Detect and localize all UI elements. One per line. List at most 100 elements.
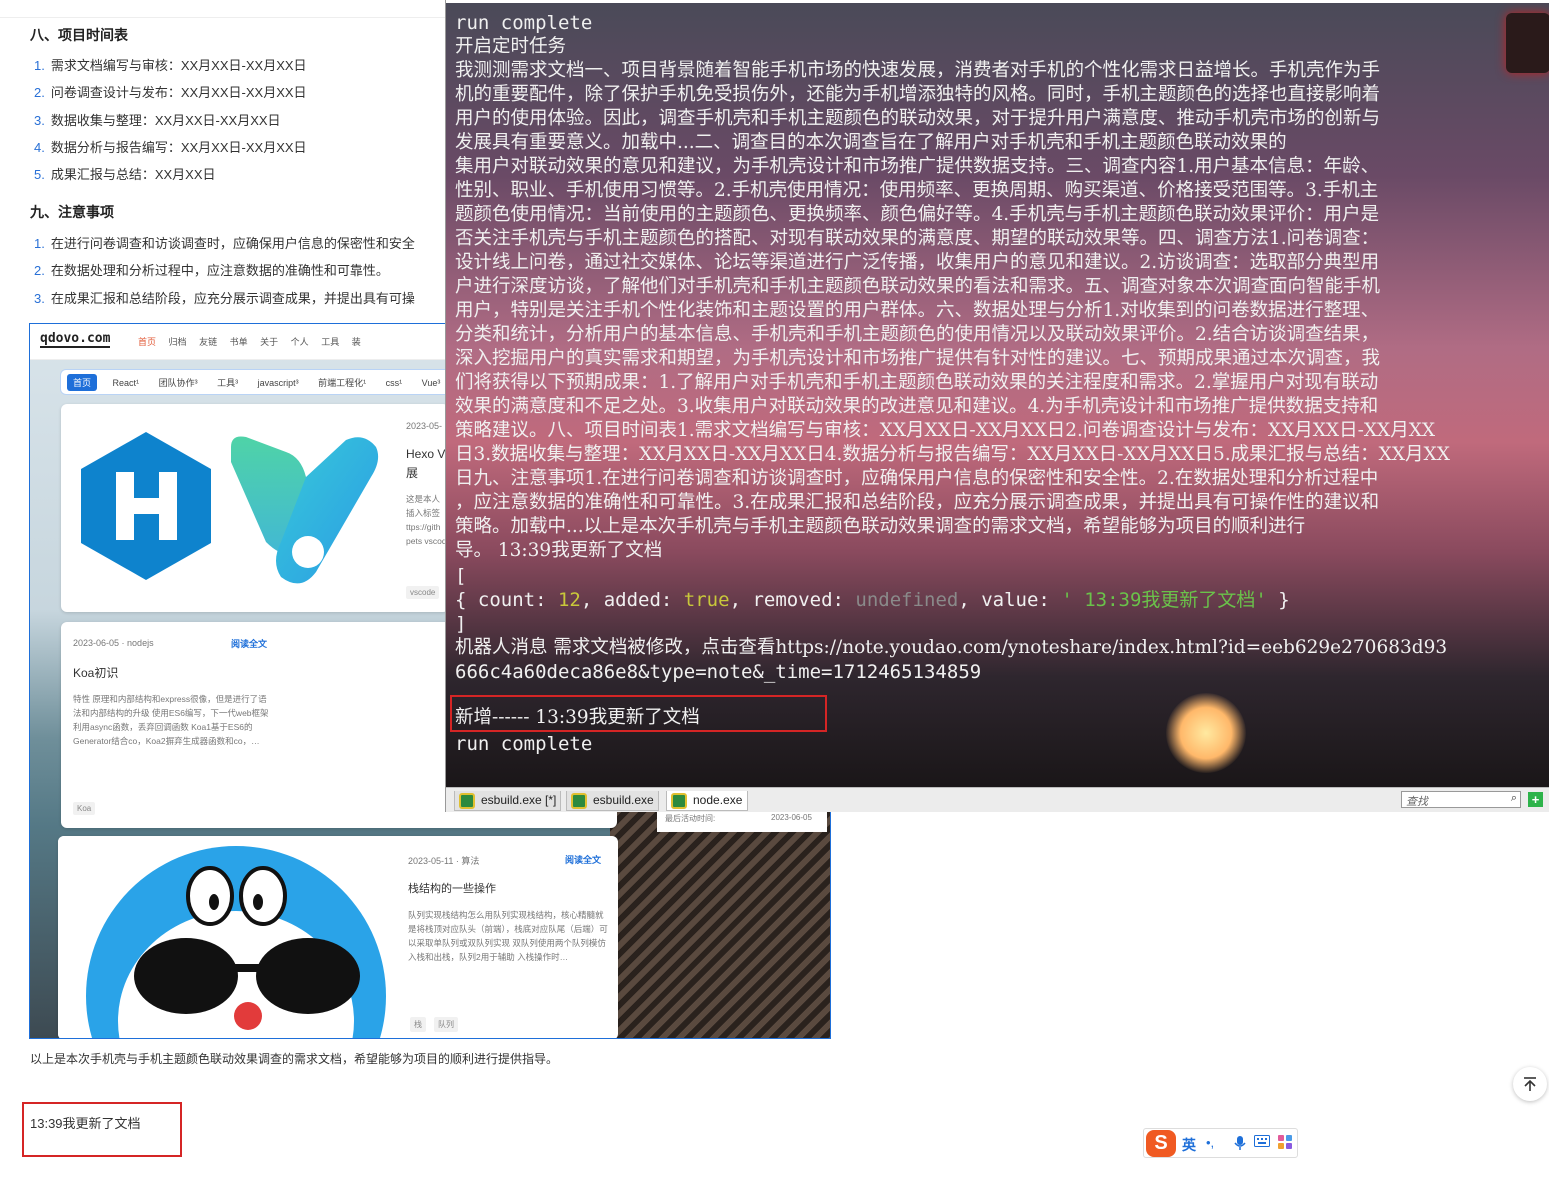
post-card-stack[interactable]: 2023-05-11 · 算法 阅读全文 栈结构的一些操作 队列实现栈结构怎么用… (58, 836, 618, 1038)
terminal-line: 设计线上问卷，通过社交媒体、论坛等渠道进行广泛传播，收集用户的意见和建议。2.访… (455, 252, 1380, 273)
post-tag[interactable]: vscode (406, 586, 440, 599)
blog-logo: qdovo.com (40, 331, 111, 348)
terminal-line: 深入挖掘用户的真实需求和期望，为手机壳设计和市场推广提供有针对性的建议。七、预期… (455, 348, 1381, 369)
post-title[interactable]: 栈结构的一些操作 (408, 880, 496, 896)
tag-vue[interactable]: Vue³ (418, 376, 445, 390)
terminal-output: run complete 开启定时任务 我测测需求文档一、项目背景随着智能手机市… (446, 3, 1549, 787)
keyboard-icon[interactable] (1254, 1135, 1270, 1150)
post-date: 2023-05-11 · 算法 (408, 856, 480, 866)
terminal-line: 策略建议。八、项目时间表1.需求文档编写与审核：XX月XX日-XX月XX日2.问… (455, 420, 1436, 441)
terminal-line: 集用户对联动效果的意见和建议，为手机壳设计和市场推广提供数据支持。三、调查内容1… (455, 156, 1380, 177)
read-more-link[interactable]: 阅读全文 (565, 853, 601, 866)
list-item: 1. 需求文档编写与审核：XX月XX日-XX月XX日 (34, 58, 307, 73)
console-icon (571, 793, 587, 809)
tag-javascript[interactable]: javascript³ (254, 376, 303, 390)
nav-tools[interactable]: 工具 (321, 337, 339, 347)
list-item: 1. 在进行问卷调查和访谈调查时，应确保用户信息的保密性和安全 (34, 236, 415, 251)
list-item: 4. 数据分析与报告编写：XX月XX日-XX月XX日 (34, 139, 307, 155)
ime-toolbar[interactable]: S 英 •, (1143, 1128, 1298, 1158)
top-divider (0, 0, 450, 18)
tag-css[interactable]: css¹ (382, 376, 407, 390)
terminal-line: run complete (455, 733, 593, 755)
terminal-line: 我测测需求文档一、项目背景随着智能手机市场的快速发展，消费者对手机的个性化需求日… (455, 60, 1381, 81)
console-icon (671, 793, 687, 809)
list-item: 2. 问卷调查设计与发布：XX月XX日-XX月XX日 (34, 85, 307, 101)
post-excerpt: 队列实现栈结构怎么用队列实现栈结构，核心精髓就是将栈顶对应队头（前端），栈底对应… (408, 910, 608, 962)
terminal-line: 日3.数据收集与整理：XX月XX日-XX月XX日4.数据分析与报告编写：XX月X… (455, 444, 1450, 465)
activity-label: 最后活动时间: (665, 814, 716, 823)
ime-lang-toggle[interactable]: 英 (1182, 1135, 1196, 1155)
terminal-line: 用户的使用体验。因此，调查手机壳和手机主题颜色的联动效果，对于提升用户满意度、推… (455, 108, 1381, 129)
post-title[interactable]: Hexo V (406, 447, 445, 461)
terminal-line: 们将获得以下预期成果：1.了解用户对手机壳和手机主题颜色联动效果的关注程度和需求… (455, 372, 1379, 393)
back-to-top-button[interactable] (1513, 1067, 1547, 1101)
doraemon-image (58, 836, 393, 1038)
terminal-line: 分类和统计，分析用户的基本信息、手机壳和手机主题颜色的使用情况以及联动效果评价。… (455, 324, 1380, 345)
sunset-background (1166, 693, 1246, 773)
hexo-logo-icon (81, 432, 211, 580)
terminal-tabbar: esbuild.exe [*] esbuild.exe node.exe 查找 ⌕… (446, 787, 1549, 812)
highlight-box-terminal (450, 695, 827, 732)
post-excerpt: 特性 原理和内部结构和express很像，但是进行了语法和内部结构的升级 使用E… (73, 694, 269, 746)
tab-esbuild-modified[interactable]: esbuild.exe [*] (454, 791, 562, 811)
arrow-up-to-top-icon (1524, 1077, 1536, 1091)
nav-home[interactable]: 首页 (138, 337, 156, 347)
tag-frontend[interactable]: 前端工程化¹ (314, 374, 370, 391)
post-excerpt: 这是本人 插入标签 ttps://gith pets vscod (406, 494, 446, 546)
tab-node[interactable]: node.exe (666, 791, 748, 811)
terminal-line: 开启定时任务 (455, 36, 567, 57)
terminal-line: 用户，特别是关注手机个性化装饰和主题设置的用户群体。六、数据处理与分析1.对收集… (455, 300, 1380, 321)
ime-punct-toggle[interactable]: •, (1206, 1135, 1214, 1150)
sogou-logo-icon: S (1146, 1130, 1176, 1157)
post-title-continued[interactable]: 展 (406, 464, 418, 481)
read-more-link[interactable]: 阅读全文 (231, 637, 267, 650)
search-icon[interactable]: ⌕ (1511, 792, 1517, 805)
terminal-line: ] (455, 613, 467, 635)
tag-team[interactable]: 团队协作³ (155, 374, 202, 391)
toolbox-icon[interactable] (1278, 1135, 1292, 1152)
list-item: 2. 在数据处理和分析过程中，应注意数据的准确性和可靠性。 (34, 263, 389, 279)
tag-home[interactable]: 首页 (67, 374, 98, 391)
post-tag[interactable]: Koa (73, 802, 96, 815)
terminal-line: 题颜色使用情况：当前使用的主题颜色、更换频率、颜色偏好等。4.手机壳与手机主题颜… (455, 204, 1380, 225)
tag-tools[interactable]: 工具³ (213, 374, 242, 391)
nav-personal[interactable]: 个人 (291, 337, 309, 347)
post-date: 2023-06-05 · nodejs (73, 638, 154, 648)
terminal-line: [ (455, 565, 467, 587)
terminal-line: 导。 13:39我更新了文档 (455, 540, 663, 561)
post-tag[interactable]: 栈 (410, 1017, 426, 1032)
tab-esbuild[interactable]: esbuild.exe (566, 791, 659, 811)
terminal-line: ，应注意数据的准确性和可靠性。3.在成果汇报和总结阶段，应充分展示调查成果，并提… (455, 492, 1380, 513)
list-item: 3. 在成果汇报和总结阶段，应充分展示调查成果，并提出具有可操 (34, 290, 415, 306)
vite-logo-icon (231, 436, 379, 584)
post-title[interactable]: Koa初识 (73, 664, 118, 681)
terminal-robot-line: 机器人消息 需求文档被修改，点击查看https://note.youdao.co… (455, 637, 1448, 658)
terminal-line: 发展具有重要意义。加载中...二、调查目的本次调查旨在了解用户对手机壳和手机主题… (455, 132, 1287, 153)
post-tag[interactable]: 队列 (434, 1017, 458, 1032)
nav-about[interactable]: 关于 (260, 337, 278, 347)
microphone-icon[interactable] (1234, 1135, 1246, 1154)
terminal-object-line: { count: 12, added: true, removed: undef… (455, 589, 1290, 611)
update-text: 13:39我更新了文档 (30, 1116, 141, 1131)
tag-react[interactable]: React¹ (109, 376, 144, 390)
terminal-line: run complete (455, 12, 593, 34)
post-card-hexo[interactable]: 2023-05- Hexo V 展 这是本人 插入标签 ttps://gith … (61, 404, 449, 612)
nav-more[interactable]: 装 (352, 337, 361, 347)
nav-friends[interactable]: 友链 (199, 337, 217, 347)
section8-title: 八、项目时间表 (30, 27, 128, 43)
section9-list: 1. 在进行问卷调查和访谈调查时，应确保用户信息的保密性和安全 2. 在数据处理和分… (34, 230, 446, 312)
nav-books[interactable]: 书单 (230, 337, 248, 347)
conclusion-text: 以上是本次手机壳与手机主题颜色联动效果调查的需求文档，希望能够为项目的顺利进行提… (30, 1052, 559, 1066)
new-tab-button[interactable]: + (1528, 792, 1543, 807)
list-item: 5. 成果汇报与总结：XX月XX日 (34, 167, 216, 183)
terminal-line: 性别、职业、手机使用习惯等。2.手机壳使用情况：使用频率、更换周期、购买渠道、价… (455, 180, 1379, 201)
section8-list: 1. 需求文档编写与审核：XX月XX日-XX月XX日 2. 问卷调查设计与发布：XX… (34, 52, 444, 188)
activity-date: 2023-06-05 (771, 813, 812, 822)
console-icon (459, 793, 475, 809)
terminal-robot-line: 666c4a60deca86e8&type=note&_time=1712465… (455, 661, 982, 683)
terminal-line: 策略。加载中...以上是本次手机壳与手机主题颜色联动效果调查的需求文档，希望能够… (455, 516, 1306, 537)
nav-archive[interactable]: 归档 (169, 337, 187, 347)
traffic-light-background (1506, 13, 1549, 73)
terminal-search-input[interactable]: 查找 ⌕ (1401, 791, 1521, 808)
terminal-window[interactable]: run complete 开启定时任务 我测测需求文档一、项目背景随着智能手机市… (445, 0, 1549, 812)
